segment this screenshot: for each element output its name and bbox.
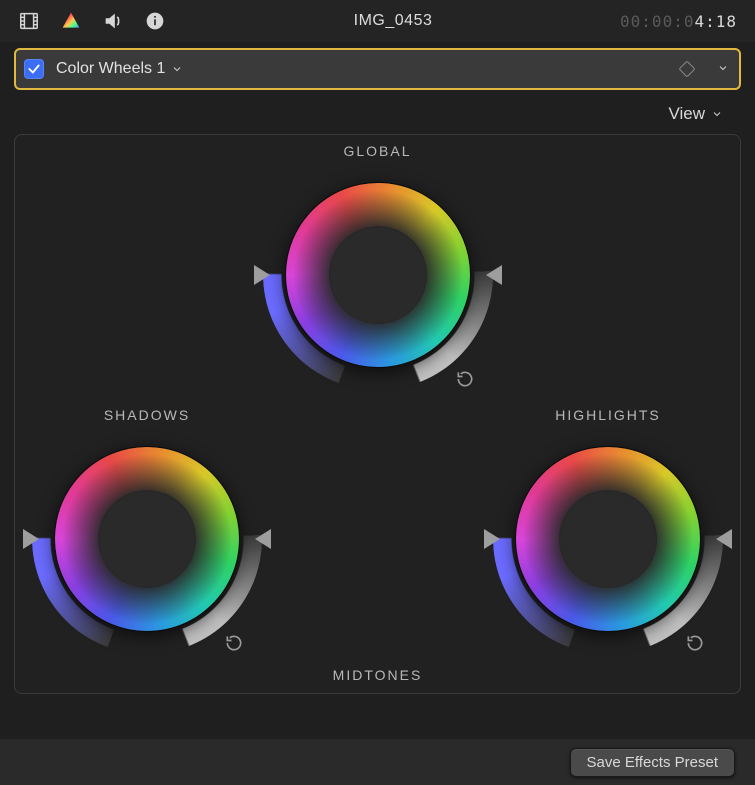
clip-title: IMG_0453	[166, 12, 620, 30]
shadows-wheel[interactable]	[27, 429, 267, 649]
timecode: 00:00:04:18	[620, 12, 737, 31]
shadows-wheel-puck[interactable]	[138, 530, 156, 548]
save-effects-preset-button[interactable]: Save Effects Preset	[570, 748, 735, 777]
global-wheel-puck[interactable]	[369, 266, 387, 284]
highlights-temperature-handle[interactable]	[484, 529, 500, 549]
keyframe-button[interactable]	[679, 61, 696, 78]
global-wheel-label: GLOBAL	[258, 143, 498, 159]
shadows-wheel-block: SHADOWS	[27, 407, 267, 649]
global-wheel-block: GLOBAL	[258, 143, 498, 385]
color-prism-icon[interactable]	[60, 10, 82, 32]
timecode-dim: 00:00:0	[620, 12, 694, 31]
view-menu-label: View	[668, 104, 705, 124]
highlights-color-ring[interactable]	[516, 447, 700, 631]
inspector-tabs	[18, 10, 166, 32]
highlights-wheel[interactable]	[488, 429, 728, 649]
shadows-brightness-handle[interactable]	[255, 529, 271, 549]
shadows-reset-button[interactable]	[223, 633, 245, 655]
reset-icon	[685, 633, 705, 653]
global-color-ring[interactable]	[286, 183, 470, 367]
timecode-lit: 4:18	[694, 12, 737, 31]
correction-enable-checkbox[interactable]	[24, 59, 44, 79]
highlights-wheel-puck[interactable]	[599, 530, 617, 548]
shadows-temperature-handle[interactable]	[23, 529, 39, 549]
global-reset-button[interactable]	[454, 369, 476, 391]
highlights-wheel-block: HIGHLIGHTS	[488, 407, 728, 649]
chevron-down-icon	[711, 108, 723, 120]
inspector-header: IMG_0453 00:00:04:18	[0, 0, 755, 42]
highlights-wheel-label: HIGHLIGHTS	[488, 407, 728, 423]
correction-name-dropdown[interactable]: Color Wheels 1	[56, 60, 183, 78]
view-menu[interactable]: View	[0, 90, 755, 130]
highlights-reset-button[interactable]	[684, 633, 706, 655]
global-brightness-handle[interactable]	[486, 265, 502, 285]
global-temperature-handle[interactable]	[254, 265, 270, 285]
film-icon[interactable]	[18, 10, 40, 32]
global-wheel-inner[interactable]	[330, 227, 426, 323]
global-wheel[interactable]	[258, 165, 498, 385]
correction-name-label: Color Wheels 1	[56, 60, 165, 78]
reset-icon	[224, 633, 244, 653]
midtones-wheel-label: MIDTONES	[333, 667, 423, 683]
color-wheels-panel: GLOBAL SHADOWS	[14, 134, 741, 694]
inspector-footer: Save Effects Preset	[0, 739, 755, 785]
reset-icon	[455, 369, 475, 389]
correction-selector[interactable]: Color Wheels 1	[14, 48, 741, 90]
shadows-wheel-inner[interactable]	[99, 491, 195, 587]
highlights-brightness-handle[interactable]	[716, 529, 732, 549]
highlights-wheel-inner[interactable]	[560, 491, 656, 587]
volume-icon[interactable]	[102, 10, 124, 32]
chevron-down-icon	[171, 63, 183, 75]
correction-options-dropdown[interactable]	[717, 62, 729, 77]
shadows-color-ring[interactable]	[55, 447, 239, 631]
info-icon[interactable]	[144, 10, 166, 32]
chevron-down-icon	[717, 62, 729, 74]
shadows-wheel-label: SHADOWS	[27, 407, 267, 423]
